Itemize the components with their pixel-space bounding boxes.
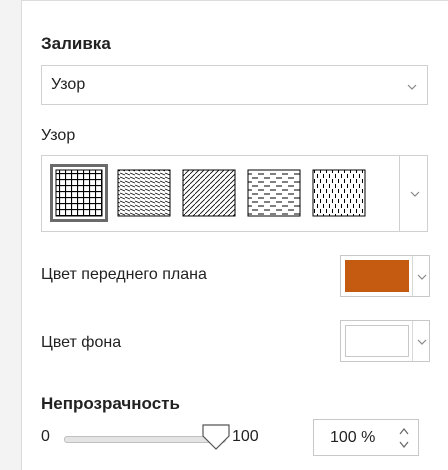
background-color-label: Цвет фона <box>41 334 122 351</box>
foreground-color-swatch <box>345 260 409 292</box>
pattern-gallery-expand-icon[interactable] <box>410 189 420 199</box>
gallery-divider <box>399 156 400 231</box>
opacity-spinner[interactable]: 100 % <box>313 419 419 456</box>
color-button-divider <box>412 321 413 361</box>
opacity-max-label: 100 <box>232 428 259 445</box>
chevron-down-icon <box>417 272 427 282</box>
fill-type-dropdown[interactable]: Узор <box>41 65 428 105</box>
background-color-button[interactable] <box>340 320 430 362</box>
chevron-down-icon <box>417 337 427 347</box>
pattern-swatch-downward-diagonal[interactable] <box>115 164 173 222</box>
pattern-label: Узор <box>41 127 76 144</box>
fill-type-value: Узор <box>51 76 86 93</box>
pattern-gallery <box>41 155 428 232</box>
pattern-swatch-grid[interactable] <box>50 164 108 222</box>
pattern-swatch-dashed-vertical[interactable] <box>310 164 368 222</box>
foreground-color-label: Цвет переднего плана <box>41 266 207 283</box>
pattern-swatch-dashed-horizontal[interactable] <box>245 164 303 222</box>
spinner-arrows-icon[interactable] <box>396 424 412 452</box>
color-button-divider <box>412 256 413 296</box>
opacity-value: 100 % <box>330 429 376 446</box>
chevron-down-icon <box>407 82 417 92</box>
pattern-swatch-upward-diagonal[interactable] <box>180 164 238 222</box>
opacity-slider-thumb[interactable] <box>201 424 231 450</box>
fill-section-title: Заливка <box>41 34 111 53</box>
opacity-min-label: 0 <box>41 428 50 445</box>
opacity-section-title: Непрозрачность <box>41 394 180 413</box>
background-color-swatch <box>345 325 409 357</box>
foreground-color-button[interactable] <box>340 255 430 297</box>
